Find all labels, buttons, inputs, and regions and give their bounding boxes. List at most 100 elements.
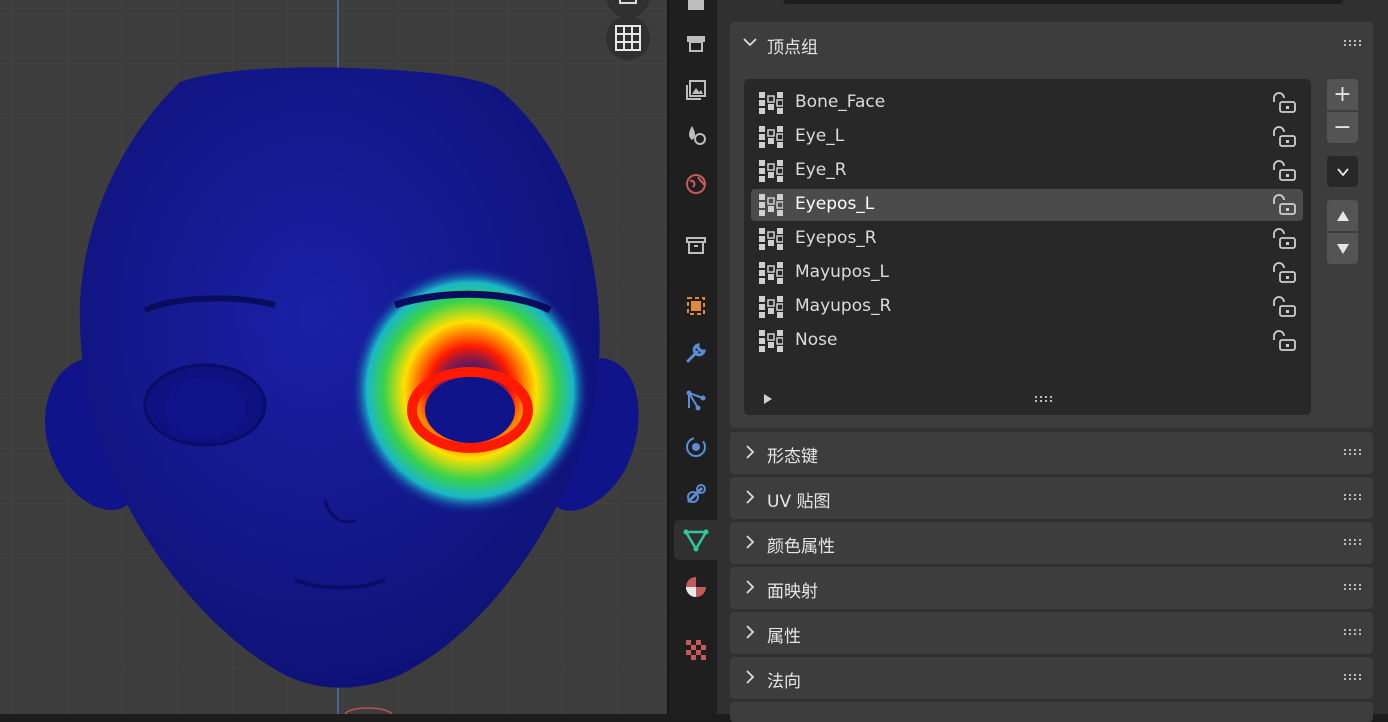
tab-tool[interactable]: [674, 0, 718, 22]
collapsed-panel[interactable]: 形态键: [730, 432, 1373, 474]
view-layer-icon: [689, 126, 706, 145]
unlock-icon[interactable]: [1271, 296, 1297, 318]
drag-grip-icon[interactable]: [1344, 539, 1362, 546]
vertex-groups-panel: 顶点组 Bone_Face Eye_L Eye_R Eyepos_L Eyepos_R M…: [730, 22, 1373, 428]
tab-physics[interactable]: [674, 427, 718, 467]
move-down-button[interactable]: [1327, 233, 1358, 264]
unlock-icon[interactable]: [1271, 92, 1297, 114]
tab-constraints[interactable]: [674, 474, 718, 514]
triangle-up-icon: [1336, 210, 1349, 221]
vertex-group-icon: [759, 160, 783, 182]
vertex-group-name: Eyepos_L: [795, 194, 875, 214]
chevron-down-icon: [743, 38, 757, 47]
properties-search-field[interactable]: [783, 0, 1343, 4]
tab-object[interactable]: [674, 286, 718, 326]
panel-title: 属性: [767, 627, 801, 647]
drag-grip-icon[interactable]: [1344, 674, 1362, 681]
toggle-grid-view-button[interactable]: [606, 16, 650, 60]
vertex-group-icon: [759, 262, 783, 284]
right-eye: [165, 378, 245, 438]
wrench-icon: [686, 343, 706, 363]
vertex-group-row[interactable]: Bone_Face: [751, 87, 1303, 119]
drag-grip-icon[interactable]: [1344, 584, 1362, 591]
tab-texture[interactable]: [674, 630, 718, 670]
unlock-icon[interactable]: [1271, 330, 1297, 352]
chevron-right-icon: [746, 490, 755, 504]
drag-grip-icon[interactable]: [1344, 629, 1362, 636]
viewport-scene[interactable]: [0, 0, 667, 714]
printer-icon: [687, 36, 705, 52]
unlock-icon[interactable]: [1271, 194, 1297, 216]
chevron-right-icon: [746, 535, 755, 549]
vertex-group-icon: [759, 194, 783, 216]
chevron-right-icon: [746, 445, 755, 459]
vertex-group-icon: [759, 228, 783, 250]
triangle-down-icon: [1336, 243, 1349, 254]
tool-icon: [688, 0, 704, 10]
vertex-groups-header[interactable]: 顶点组: [730, 22, 1373, 64]
unlock-icon[interactable]: [1271, 126, 1297, 148]
panel-title: 面映射: [767, 582, 818, 602]
tab-view-layer[interactable]: [674, 115, 718, 155]
vertex-group-row[interactable]: Eyepos_R: [751, 223, 1303, 255]
vertex-group-row[interactable]: Nose: [751, 325, 1303, 357]
tab-data[interactable]: [674, 520, 718, 560]
drag-grip-icon[interactable]: [1344, 40, 1362, 47]
tab-modifiers[interactable]: [674, 333, 718, 373]
checker-texture-icon: [686, 640, 706, 660]
vertex-group-list[interactable]: Bone_Face Eye_L Eye_R Eyepos_L Eyepos_R Mayup…: [744, 79, 1311, 415]
tab-material[interactable]: [674, 567, 718, 607]
collapsed-panel[interactable]: 颜色属性: [730, 522, 1373, 564]
physics-orbit-icon: [686, 437, 706, 457]
panel-title: 法向: [767, 672, 801, 692]
chevron-right-icon: [746, 625, 755, 639]
tab-particles[interactable]: [674, 380, 718, 420]
object-square-icon: [687, 297, 705, 315]
vertex-group-name: Bone_Face: [795, 92, 886, 112]
vertex-group-row[interactable]: Eye_R: [751, 155, 1303, 187]
move-up-button[interactable]: [1327, 200, 1358, 231]
properties-editor: 顶点组 Bone_Face Eye_L Eye_R Eyepos_L Eyepos_R M…: [717, 0, 1388, 722]
drag-grip-icon[interactable]: [1344, 449, 1362, 456]
panel-title: UV 贴图: [767, 492, 831, 512]
vertex-group-name: Eyepos_R: [795, 228, 877, 248]
collapsed-panel[interactable]: 面映射: [730, 567, 1373, 609]
tab-collection[interactable]: [674, 225, 718, 265]
vertex-group-icon: [759, 330, 783, 352]
particles-icon: [686, 390, 706, 411]
constraint-icon: [686, 484, 706, 504]
remove-vertex-group-button[interactable]: −: [1327, 112, 1358, 143]
add-label: +: [1333, 82, 1352, 107]
panel-title: 颜色属性: [767, 537, 835, 557]
vertex-group-row[interactable]: Mayupos_R: [751, 291, 1303, 323]
panel-title: 形态键: [767, 447, 818, 467]
vertex-group-name: Eye_R: [795, 160, 847, 180]
list-resize-grip-icon[interactable]: [1035, 396, 1053, 403]
grid-icon: [615, 25, 641, 51]
collapsed-panel[interactable]: UV 贴图: [730, 477, 1373, 519]
unlock-icon[interactable]: [1271, 228, 1297, 250]
material-sphere-icon: [686, 577, 706, 597]
3d-viewport[interactable]: [0, 0, 667, 714]
vertex-group-row[interactable]: Mayupos_L: [751, 257, 1303, 289]
vertex-group-icon: [759, 126, 783, 148]
vertex-group-row[interactable]: Eyepos_L: [751, 189, 1303, 221]
remove-label: −: [1333, 115, 1352, 140]
collapsed-panel[interactable]: 属性: [730, 612, 1373, 654]
tab-output[interactable]: [674, 70, 718, 110]
unlock-icon[interactable]: [1271, 160, 1297, 182]
vertex-group-row[interactable]: Eye_L: [751, 121, 1303, 153]
tab-world[interactable]: [674, 164, 718, 204]
vertex-group-specials-menu[interactable]: [1327, 156, 1358, 187]
add-vertex-group-button[interactable]: +: [1327, 79, 1358, 110]
vertex-group-name: Eye_L: [795, 126, 845, 146]
collapsed-panel[interactable]: 法向: [730, 657, 1373, 699]
unlock-icon[interactable]: [1271, 262, 1297, 284]
chevron-right-icon: [746, 670, 755, 684]
chevron-right-icon: [746, 580, 755, 594]
panel-title: 顶点组: [767, 38, 818, 58]
collection-box-icon: [686, 237, 706, 254]
drag-grip-icon[interactable]: [1344, 494, 1362, 501]
tab-render[interactable]: [674, 22, 718, 62]
filter-options-triangle-icon[interactable]: [762, 393, 774, 405]
